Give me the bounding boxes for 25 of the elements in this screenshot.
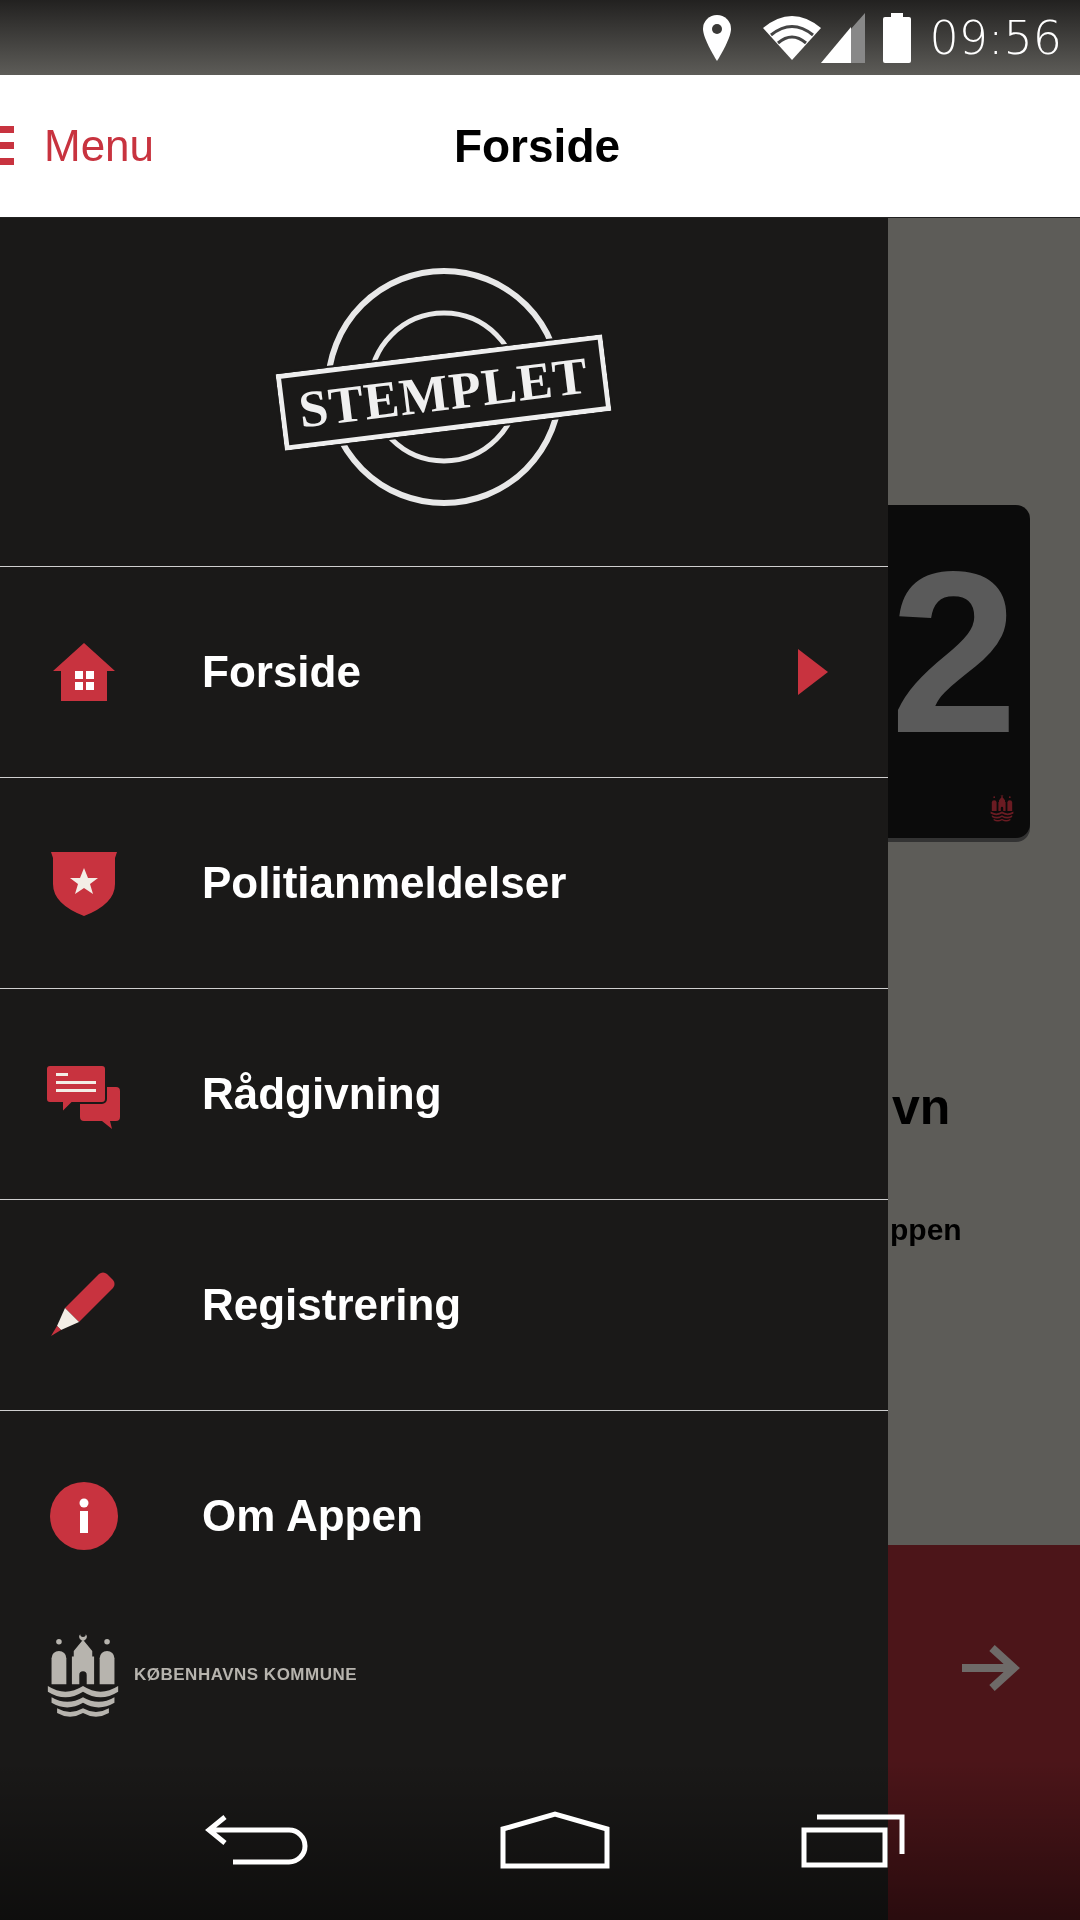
clock-time: 09:56 bbox=[929, 10, 1062, 65]
home-outline-icon bbox=[500, 1811, 610, 1869]
card-number: 2 bbox=[890, 538, 1018, 768]
menu-item[interactable]: Forside bbox=[0, 566, 888, 777]
recents-icon bbox=[800, 1812, 905, 1868]
menu-button[interactable]: Menu bbox=[0, 75, 155, 217]
location-icon bbox=[701, 12, 734, 63]
municipality-name: KØBENHAVNS KOMMUNE bbox=[134, 1665, 358, 1685]
back-button[interactable] bbox=[205, 1813, 310, 1867]
page-text: ppen bbox=[890, 1213, 962, 1247]
battery-icon bbox=[883, 12, 912, 63]
menu-icon bbox=[0, 126, 14, 166]
crest-icon bbox=[990, 793, 1014, 823]
menu-item[interactable]: Registrering bbox=[0, 1199, 888, 1410]
screen-title: Forside bbox=[453, 119, 621, 173]
page-heading: vn bbox=[892, 1078, 951, 1136]
home-button[interactable] bbox=[500, 1811, 610, 1869]
signal-icon bbox=[821, 12, 866, 63]
arrow-right-icon[interactable] bbox=[960, 1643, 1020, 1693]
menu-item[interactable]: Politianmeldelser bbox=[0, 777, 888, 988]
info-icon bbox=[49, 1481, 119, 1551]
recents-button[interactable] bbox=[800, 1812, 905, 1868]
back-icon bbox=[205, 1813, 310, 1867]
menu-item[interactable]: Rådgivning bbox=[0, 988, 888, 1199]
menu-item[interactable]: Om Appen bbox=[0, 1410, 888, 1621]
